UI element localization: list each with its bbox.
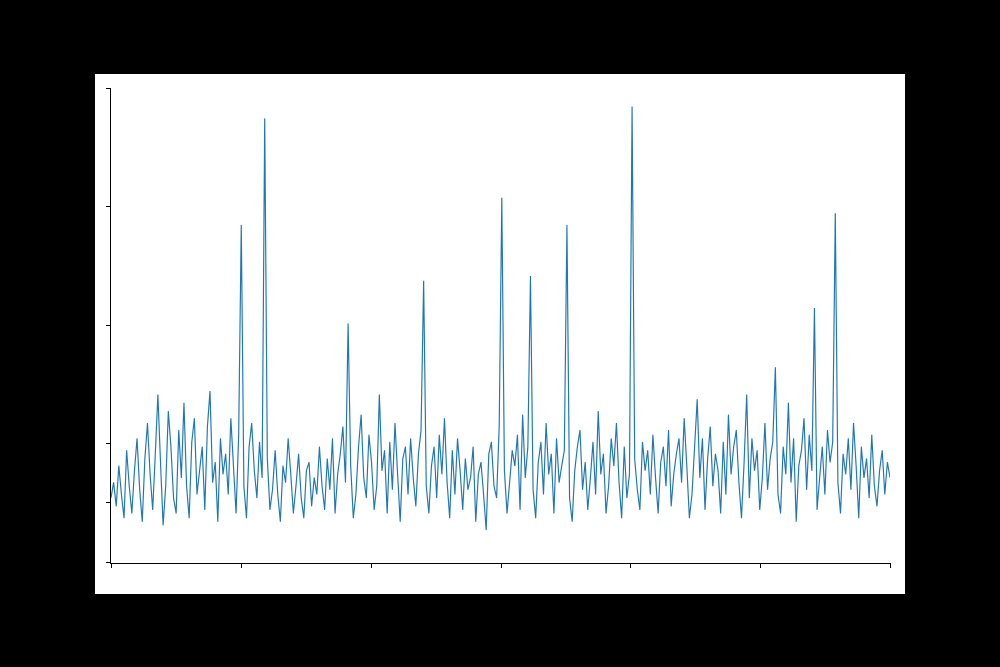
x-tick <box>111 563 112 568</box>
x-tick <box>371 563 372 568</box>
y-tick <box>106 443 111 444</box>
y-tick <box>106 88 111 89</box>
x-tick <box>630 563 631 568</box>
y-tick <box>106 325 111 326</box>
data-series-line <box>111 106 890 529</box>
x-tick <box>890 563 891 568</box>
y-tick <box>106 502 111 503</box>
x-tick <box>241 563 242 568</box>
y-tick <box>106 206 111 207</box>
plot-area <box>110 89 890 564</box>
x-tick <box>760 563 761 568</box>
y-tick <box>106 562 111 563</box>
chart-container <box>95 74 905 594</box>
x-tick <box>501 563 502 568</box>
line-chart <box>111 89 890 563</box>
